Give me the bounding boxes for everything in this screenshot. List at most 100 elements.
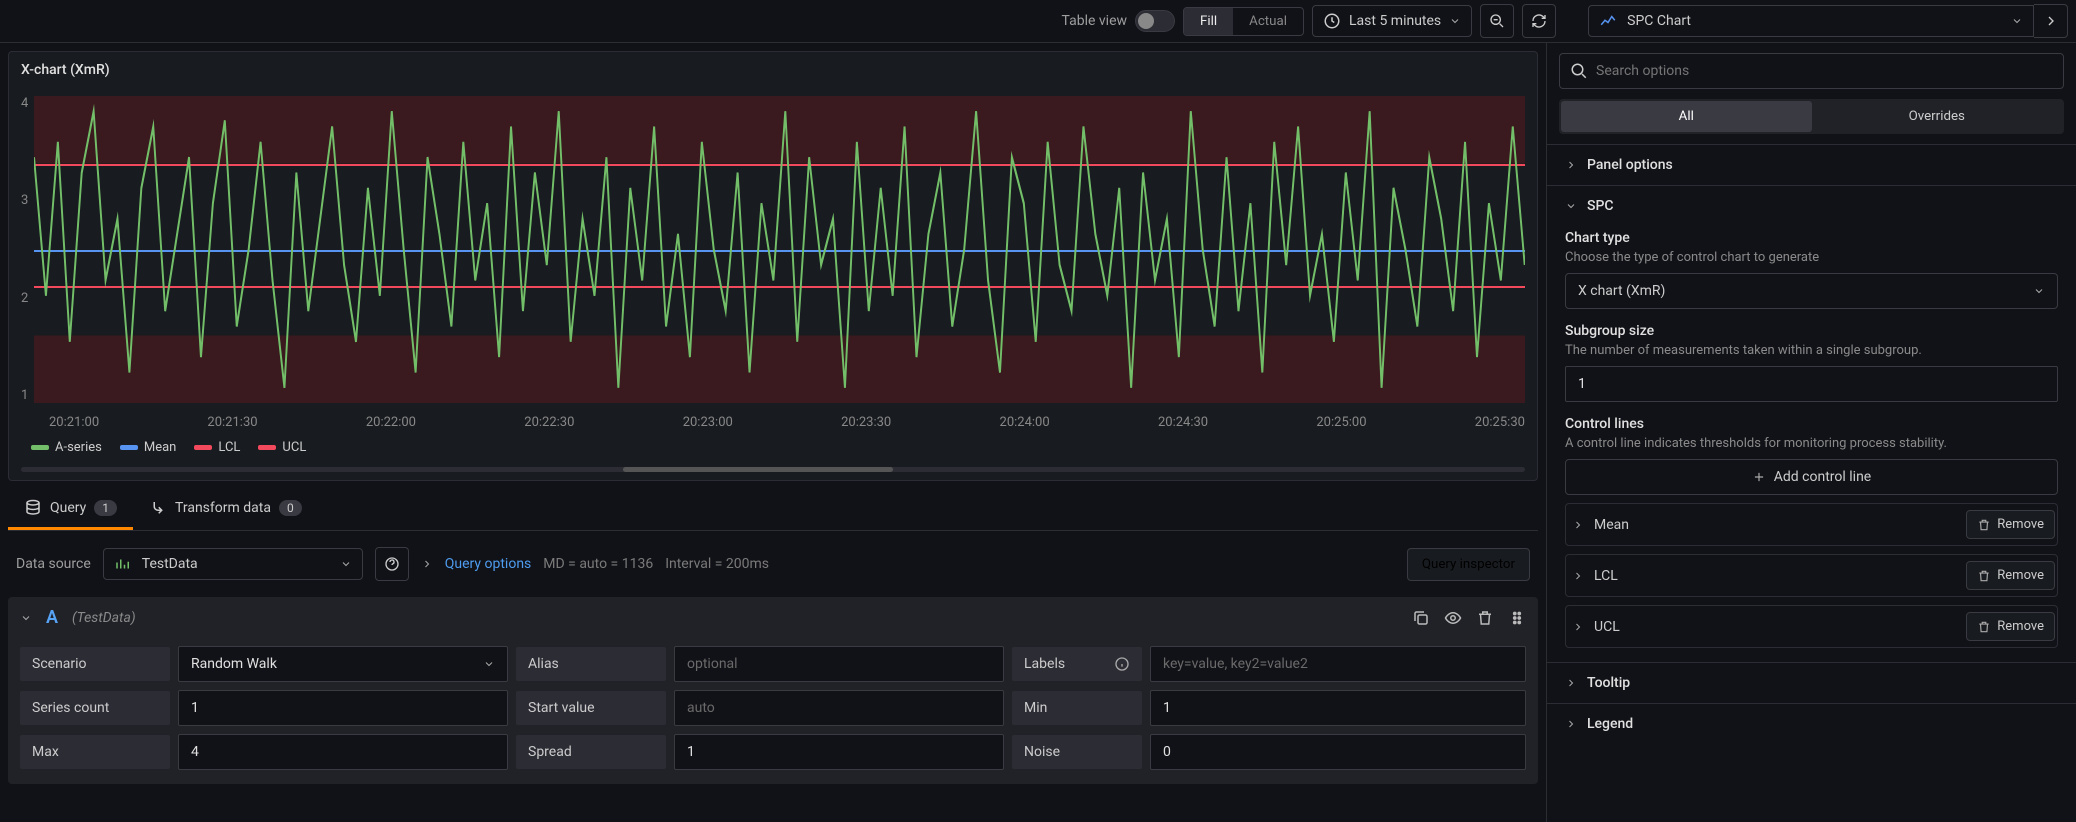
control-lines-desc: A control line indicates thresholds for … — [1565, 436, 2058, 451]
time-range-picker[interactable]: Last 5 minutes — [1312, 5, 1472, 37]
query-options-link[interactable]: Query options — [445, 556, 532, 572]
subgroup-size-desc: The number of measurements taken within … — [1565, 343, 2058, 358]
remove-button[interactable]: Remove — [1966, 612, 2055, 641]
md-text: MD = auto = 1136 — [543, 556, 653, 572]
start-value-input[interactable] — [674, 690, 1004, 726]
visualization-name: SPC Chart — [1627, 13, 1691, 29]
editor-topbar: Table view Fill Actual Last 5 minutes SP… — [0, 0, 2076, 43]
control-line-row: LCL Remove — [1565, 554, 2058, 597]
x-tick: 20:25:00 — [1316, 415, 1366, 430]
tab-query[interactable]: Query 1 — [8, 489, 133, 530]
legend-item[interactable]: A-series — [31, 440, 102, 455]
add-control-line-button[interactable]: Add control line — [1565, 459, 2058, 495]
query-row-header[interactable]: A (TestData) — [8, 597, 1538, 638]
spread-label: Spread — [516, 735, 666, 769]
legend-item[interactable]: LCL — [194, 440, 240, 455]
subgroup-size-input[interactable] — [1565, 366, 2058, 402]
panel-title: X-chart (XmR) — [9, 52, 1537, 88]
chevron-right-icon — [1565, 159, 1577, 171]
interval-text: Interval = 200ms — [665, 556, 769, 572]
x-tick: 20:22:30 — [524, 415, 574, 430]
noise-label: Noise — [1012, 735, 1142, 769]
scenario-label: Scenario — [20, 647, 170, 681]
chevron-right-icon[interactable] — [1572, 570, 1584, 582]
min-input[interactable] — [1150, 690, 1526, 726]
query-row-a: A (TestData) Scenario Random Walk Alias … — [8, 597, 1538, 784]
search-options-input[interactable] — [1559, 53, 2064, 89]
table-view-label: Table view — [1062, 13, 1128, 29]
database-icon — [24, 499, 42, 517]
labels-input[interactable] — [1150, 646, 1526, 682]
chart-legend: A-series Mean LCL UCL — [9, 434, 1537, 467]
testdata-icon — [114, 555, 132, 573]
fill-actual-segment: Fill Actual — [1183, 7, 1304, 36]
remove-button[interactable]: Remove — [1966, 510, 2055, 539]
refresh-button[interactable] — [1522, 4, 1556, 38]
noise-input[interactable] — [1150, 734, 1526, 770]
plus-icon — [1752, 470, 1766, 484]
scenario-select[interactable]: Random Walk — [178, 646, 508, 682]
plot-area[interactable] — [34, 96, 1525, 403]
spread-input[interactable] — [674, 734, 1004, 770]
chevron-right-icon[interactable] — [1572, 621, 1584, 633]
actual-button[interactable]: Actual — [1233, 8, 1303, 35]
horizontal-scrollbar[interactable] — [21, 467, 1525, 472]
x-tick: 20:24:30 — [1158, 415, 1208, 430]
transform-icon — [149, 499, 167, 517]
y-tick: 2 — [21, 291, 28, 306]
max-input[interactable] — [178, 734, 508, 770]
search-icon — [1570, 62, 1588, 80]
alias-label: Alias — [516, 647, 666, 681]
series-count-input[interactable] — [178, 690, 508, 726]
y-tick: 4 — [21, 96, 28, 111]
collapse-options-button[interactable] — [2034, 4, 2068, 38]
labels-label: Labels — [1012, 647, 1142, 681]
start-value-label: Start value — [516, 691, 666, 725]
query-toolbar: Data source TestData Query options MD = … — [8, 539, 1538, 589]
chevron-down-icon — [20, 612, 32, 624]
visualization-picker[interactable]: SPC Chart — [1588, 5, 2034, 37]
refresh-icon — [1531, 13, 1547, 29]
control-line-name: UCL — [1594, 619, 1620, 635]
tab-all[interactable]: All — [1561, 101, 1812, 132]
eye-icon[interactable] — [1444, 609, 1462, 627]
legend-item[interactable]: Mean — [120, 440, 177, 455]
time-range-label: Last 5 minutes — [1349, 13, 1441, 29]
chevron-right-icon[interactable] — [1572, 519, 1584, 531]
fill-button[interactable]: Fill — [1184, 8, 1233, 35]
section-panel-options[interactable]: Panel options — [1547, 145, 2076, 185]
trash-icon[interactable] — [1476, 609, 1494, 627]
x-tick: 20:25:30 — [1475, 415, 1525, 430]
chart-type-select[interactable]: X chart (XmR) — [1565, 273, 2058, 309]
info-icon[interactable] — [1114, 656, 1130, 672]
table-view-toggle[interactable] — [1135, 10, 1175, 32]
data-source-select[interactable]: TestData — [103, 548, 363, 580]
duplicate-icon[interactable] — [1412, 609, 1430, 627]
x-tick: 20:23:00 — [683, 415, 733, 430]
query-inspector-button[interactable]: Query inspector — [1407, 548, 1530, 581]
chevron-down-icon — [1565, 200, 1577, 212]
alias-input[interactable] — [674, 646, 1004, 682]
control-line-name: LCL — [1594, 568, 1618, 584]
chart-type-label: Chart type — [1565, 230, 2058, 246]
query-count-badge: 1 — [94, 500, 117, 516]
trash-icon — [1977, 569, 1991, 583]
data-source-name: TestData — [142, 556, 198, 572]
zoom-out-button[interactable] — [1480, 4, 1514, 38]
chevron-right-icon[interactable] — [421, 558, 433, 570]
drag-handle-icon[interactable] — [1508, 609, 1526, 627]
a-series-line — [34, 96, 1525, 403]
remove-button[interactable]: Remove — [1966, 561, 2055, 590]
help-icon — [384, 556, 400, 572]
tab-transform[interactable]: Transform data 0 — [133, 489, 318, 530]
section-spc[interactable]: SPC — [1547, 186, 2076, 226]
query-transform-tabs: Query 1 Transform data 0 — [8, 489, 1538, 531]
legend-item[interactable]: UCL — [258, 440, 306, 455]
section-tooltip[interactable]: Tooltip — [1547, 663, 2076, 703]
section-legend[interactable]: Legend — [1547, 704, 2076, 744]
data-source-help-button[interactable] — [375, 547, 409, 581]
tab-overrides[interactable]: Overrides — [1812, 101, 2063, 132]
trash-icon — [1977, 620, 1991, 634]
y-tick: 1 — [21, 388, 28, 403]
series-count-label: Series count — [20, 691, 170, 725]
